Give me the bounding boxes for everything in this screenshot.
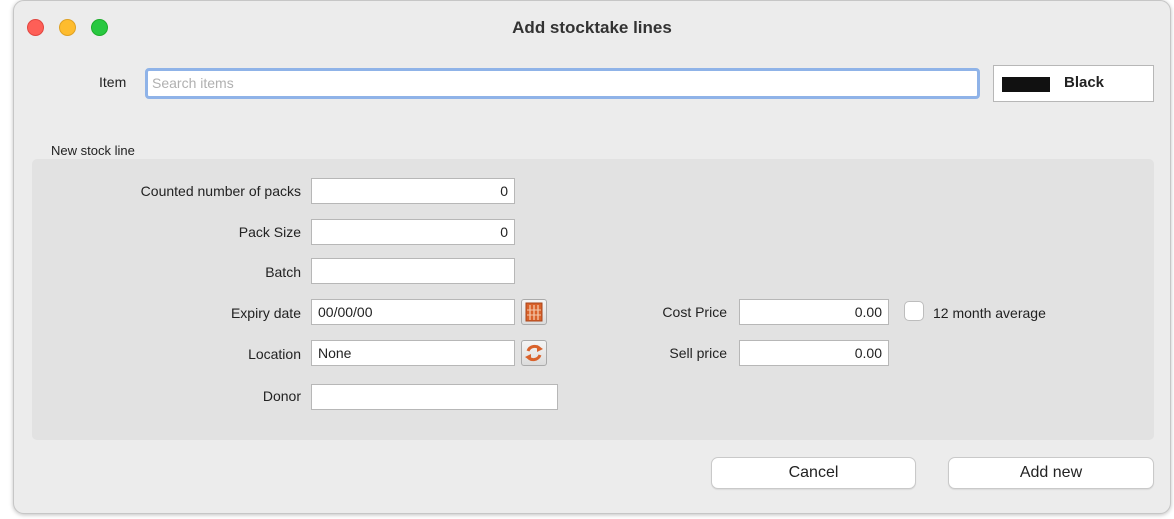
dialog-window: Add stocktake lines Item Search items Bl… [13,0,1171,514]
expiry-date-label: Expiry date [230,305,301,321]
location-field[interactable]: None [311,340,515,366]
window-title: Add stocktake lines [512,18,672,37]
sell-price-label: Sell price [669,345,727,361]
sell-price-field[interactable]: 0.00 [739,340,889,366]
add-new-button[interactable]: Add new [948,457,1154,489]
calendar-icon [525,302,543,322]
refresh-icon [525,344,543,362]
cancel-button[interactable]: Cancel [711,457,916,489]
calendar-button[interactable] [521,299,547,325]
section-title: New stock line [51,143,135,158]
expiry-date-field[interactable]: 00/00/00 [311,299,515,325]
pack-size-field[interactable]: 0 [311,219,515,245]
donor-field[interactable] [311,384,558,410]
location-refresh-button[interactable] [521,340,547,366]
batch-label: Batch [265,264,301,280]
batch-field[interactable] [311,258,515,284]
color-name: Black [1064,74,1105,91]
counted-packs-field[interactable]: 0 [311,178,515,204]
pack-size-label: Pack Size [238,224,301,240]
counted-packs-label: Counted number of packs [140,183,301,199]
cost-price-field[interactable]: 0.00 [739,299,889,325]
title-bar: Add stocktake lines [14,1,1170,53]
item-search-input[interactable]: Search items [145,68,980,99]
item-color-indicator: Black [993,65,1154,102]
twelve-month-average-label: 12 month average [933,305,1046,321]
cost-price-label: Cost Price [662,304,727,320]
donor-label: Donor [262,388,301,404]
item-label: Item [99,74,127,90]
color-swatch [1002,77,1050,92]
location-label: Location [248,346,301,362]
twelve-month-average-checkbox[interactable] [904,301,924,321]
